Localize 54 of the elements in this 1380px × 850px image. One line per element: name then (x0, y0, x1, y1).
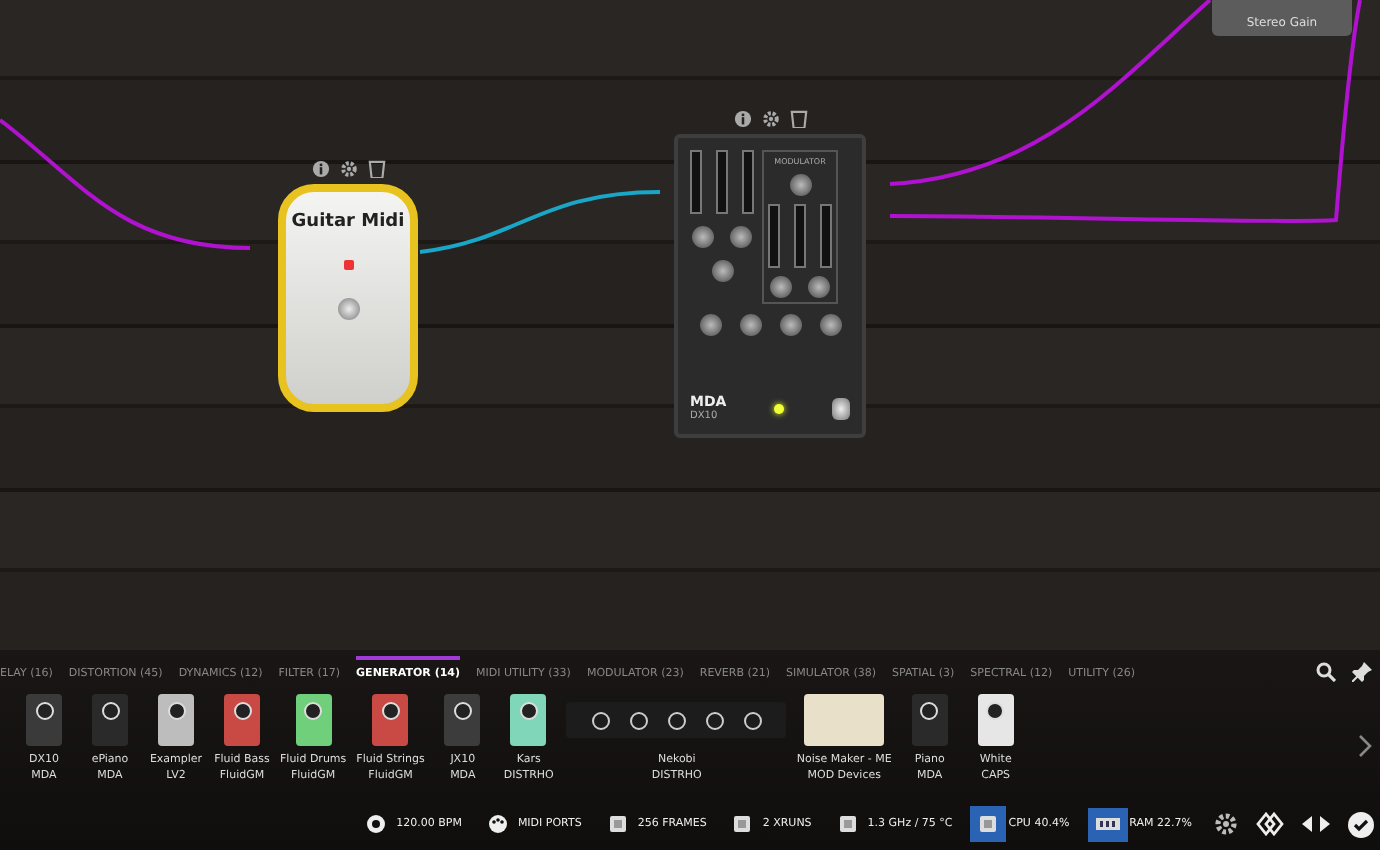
knob[interactable] (789, 174, 811, 196)
knob[interactable] (770, 276, 792, 298)
knob[interactable] (819, 314, 841, 336)
settings-icon[interactable] (339, 160, 357, 178)
fader[interactable] (742, 150, 754, 214)
trash-icon[interactable] (367, 160, 385, 178)
led-icon (343, 260, 353, 270)
chip-icon (978, 814, 999, 834)
pedal-title: Guitar Midi (291, 212, 405, 232)
rack-thumbnail[interactable] (566, 702, 787, 738)
fader[interactable] (716, 150, 728, 214)
settings-icon[interactable] (761, 110, 779, 128)
fader[interactable] (768, 204, 780, 268)
trash-icon[interactable] (789, 110, 807, 128)
knob[interactable] (699, 314, 721, 336)
fader[interactable] (794, 204, 806, 268)
pedal-thumbnail[interactable] (92, 694, 128, 746)
pedal-thumbnail[interactable] (295, 694, 332, 746)
swap-arrows-icon[interactable] (1302, 814, 1330, 834)
knob[interactable] (739, 314, 761, 336)
chip-icon (732, 814, 753, 834)
search-icon[interactable] (1316, 662, 1336, 682)
pedal-thumbnail[interactable] (224, 694, 260, 746)
settings-icon[interactable] (1214, 812, 1238, 836)
pedal-thumbnail[interactable] (510, 694, 547, 746)
knob[interactable] (808, 276, 830, 298)
info-icon[interactable] (733, 110, 751, 128)
guitar-midi-pedal[interactable]: Guitar Midi (278, 184, 418, 412)
footswitch-icon[interactable] (831, 397, 850, 419)
footswitch-icon[interactable] (337, 298, 359, 320)
pedal-thumbnail[interactable] (911, 694, 948, 746)
knob[interactable] (779, 314, 801, 336)
chevron-right-icon[interactable] (1358, 734, 1372, 758)
pedal-thumbnail[interactable] (372, 694, 409, 746)
record-icon (366, 814, 387, 834)
knob[interactable] (730, 226, 752, 248)
memory-icon (1095, 815, 1120, 833)
pedal-thumbnail[interactable] (26, 694, 62, 746)
knob[interactable] (692, 226, 714, 248)
knob[interactable] (711, 260, 733, 282)
chip-icon (607, 814, 628, 834)
chip-icon (837, 814, 858, 834)
pedal-thumbnail[interactable] (977, 694, 1014, 746)
fader[interactable] (690, 150, 702, 214)
pedal-thumbnail[interactable] (158, 694, 194, 746)
led-icon (774, 403, 785, 413)
pin-icon[interactable] (1352, 662, 1372, 682)
panel-thumbnail[interactable] (804, 694, 885, 746)
fader[interactable] (820, 204, 832, 268)
link-icon[interactable] (1256, 812, 1284, 836)
pedal-thumbnail[interactable] (444, 694, 481, 746)
info-icon[interactable] (311, 160, 329, 178)
midi-port-icon (487, 814, 508, 834)
check-circle-icon[interactable] (1348, 811, 1374, 837)
